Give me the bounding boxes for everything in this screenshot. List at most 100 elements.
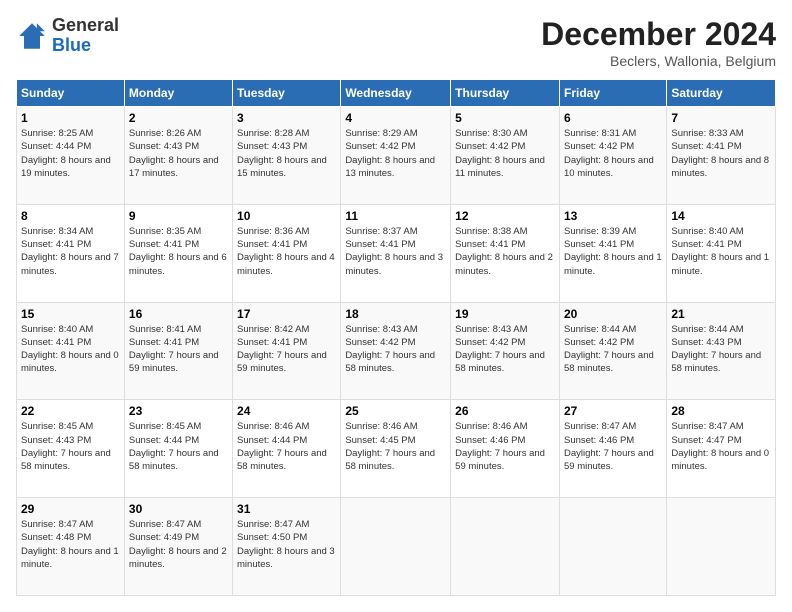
day-detail: Sunrise: 8:47 AMSunset: 4:48 PMDaylight:… [21,519,119,570]
day-cell: 23 Sunrise: 8:45 AMSunset: 4:44 PMDaylig… [124,400,232,498]
day-cell: 2 Sunrise: 8:26 AMSunset: 4:43 PMDayligh… [124,107,232,205]
day-cell: 1 Sunrise: 8:25 AMSunset: 4:44 PMDayligh… [17,107,125,205]
day-number: 18 [345,307,446,321]
day-cell: 12 Sunrise: 8:38 AMSunset: 4:41 PMDaylig… [451,204,560,302]
day-detail: Sunrise: 8:29 AMSunset: 4:42 PMDaylight:… [345,128,435,179]
day-number: 1 [21,111,120,125]
day-detail: Sunrise: 8:26 AMSunset: 4:43 PMDaylight:… [129,128,219,179]
day-number: 22 [21,404,120,418]
day-number: 6 [564,111,662,125]
day-cell: 9 Sunrise: 8:35 AMSunset: 4:41 PMDayligh… [124,204,232,302]
day-number: 27 [564,404,662,418]
day-cell: 4 Sunrise: 8:29 AMSunset: 4:42 PMDayligh… [341,107,451,205]
day-number: 10 [237,209,336,223]
logo: General Blue [16,16,119,56]
day-cell: 28 Sunrise: 8:47 AMSunset: 4:47 PMDaylig… [667,400,776,498]
day-detail: Sunrise: 8:43 AMSunset: 4:42 PMDaylight:… [455,324,545,375]
day-cell: 26 Sunrise: 8:46 AMSunset: 4:46 PMDaylig… [451,400,560,498]
day-detail: Sunrise: 8:38 AMSunset: 4:41 PMDaylight:… [455,226,553,277]
day-cell: 30 Sunrise: 8:47 AMSunset: 4:49 PMDaylig… [124,498,232,596]
day-number: 12 [455,209,555,223]
day-number: 19 [455,307,555,321]
logo-general-text: General [52,15,119,35]
day-detail: Sunrise: 8:45 AMSunset: 4:44 PMDaylight:… [129,421,219,472]
day-detail: Sunrise: 8:39 AMSunset: 4:41 PMDaylight:… [564,226,662,277]
col-header-thursday: Thursday [451,80,560,107]
day-number: 9 [129,209,228,223]
day-cell [667,498,776,596]
logo-blue-text: Blue [52,35,91,55]
week-row-2: 8 Sunrise: 8:34 AMSunset: 4:41 PMDayligh… [17,204,776,302]
week-row-4: 22 Sunrise: 8:45 AMSunset: 4:43 PMDaylig… [17,400,776,498]
day-cell: 29 Sunrise: 8:47 AMSunset: 4:48 PMDaylig… [17,498,125,596]
day-detail: Sunrise: 8:46 AMSunset: 4:46 PMDaylight:… [455,421,545,472]
day-number: 28 [671,404,771,418]
day-cell: 19 Sunrise: 8:43 AMSunset: 4:42 PMDaylig… [451,302,560,400]
day-cell: 31 Sunrise: 8:47 AMSunset: 4:50 PMDaylig… [233,498,341,596]
day-number: 5 [455,111,555,125]
day-detail: Sunrise: 8:44 AMSunset: 4:43 PMDaylight:… [671,324,761,375]
day-cell: 10 Sunrise: 8:36 AMSunset: 4:41 PMDaylig… [233,204,341,302]
header: General Blue December 2024 Beclers, Wall… [16,16,776,69]
day-cell: 24 Sunrise: 8:46 AMSunset: 4:44 PMDaylig… [233,400,341,498]
day-cell: 22 Sunrise: 8:45 AMSunset: 4:43 PMDaylig… [17,400,125,498]
day-cell [451,498,560,596]
day-number: 26 [455,404,555,418]
day-number: 8 [21,209,120,223]
day-number: 4 [345,111,446,125]
day-cell: 25 Sunrise: 8:46 AMSunset: 4:45 PMDaylig… [341,400,451,498]
title-block: December 2024 Beclers, Wallonia, Belgium [541,16,776,69]
day-number: 21 [671,307,771,321]
day-number: 30 [129,502,228,516]
day-cell: 14 Sunrise: 8:40 AMSunset: 4:41 PMDaylig… [667,204,776,302]
week-row-5: 29 Sunrise: 8:47 AMSunset: 4:48 PMDaylig… [17,498,776,596]
day-cell: 18 Sunrise: 8:43 AMSunset: 4:42 PMDaylig… [341,302,451,400]
calendar-title: December 2024 [541,16,776,53]
day-detail: Sunrise: 8:45 AMSunset: 4:43 PMDaylight:… [21,421,111,472]
day-cell: 27 Sunrise: 8:47 AMSunset: 4:46 PMDaylig… [559,400,666,498]
day-number: 25 [345,404,446,418]
day-detail: Sunrise: 8:47 AMSunset: 4:49 PMDaylight:… [129,519,227,570]
day-detail: Sunrise: 8:33 AMSunset: 4:41 PMDaylight:… [671,128,769,179]
day-number: 14 [671,209,771,223]
day-cell: 8 Sunrise: 8:34 AMSunset: 4:41 PMDayligh… [17,204,125,302]
logo-text: General Blue [52,16,119,56]
day-number: 31 [237,502,336,516]
day-cell: 6 Sunrise: 8:31 AMSunset: 4:42 PMDayligh… [559,107,666,205]
day-detail: Sunrise: 8:41 AMSunset: 4:41 PMDaylight:… [129,324,219,375]
day-number: 20 [564,307,662,321]
day-cell: 21 Sunrise: 8:44 AMSunset: 4:43 PMDaylig… [667,302,776,400]
day-number: 13 [564,209,662,223]
day-cell: 17 Sunrise: 8:42 AMSunset: 4:41 PMDaylig… [233,302,341,400]
header-row: SundayMondayTuesdayWednesdayThursdayFrid… [17,80,776,107]
day-detail: Sunrise: 8:35 AMSunset: 4:41 PMDaylight:… [129,226,227,277]
day-number: 17 [237,307,336,321]
page: General Blue December 2024 Beclers, Wall… [0,0,792,612]
week-row-3: 15 Sunrise: 8:40 AMSunset: 4:41 PMDaylig… [17,302,776,400]
day-number: 11 [345,209,446,223]
day-detail: Sunrise: 8:37 AMSunset: 4:41 PMDaylight:… [345,226,443,277]
week-row-1: 1 Sunrise: 8:25 AMSunset: 4:44 PMDayligh… [17,107,776,205]
day-cell: 5 Sunrise: 8:30 AMSunset: 4:42 PMDayligh… [451,107,560,205]
day-detail: Sunrise: 8:28 AMSunset: 4:43 PMDaylight:… [237,128,327,179]
logo-icon [16,20,48,52]
day-detail: Sunrise: 8:47 AMSunset: 4:47 PMDaylight:… [671,421,769,472]
day-detail: Sunrise: 8:44 AMSunset: 4:42 PMDaylight:… [564,324,654,375]
col-header-monday: Monday [124,80,232,107]
day-cell: 3 Sunrise: 8:28 AMSunset: 4:43 PMDayligh… [233,107,341,205]
day-cell [559,498,666,596]
day-number: 15 [21,307,120,321]
day-detail: Sunrise: 8:40 AMSunset: 4:41 PMDaylight:… [21,324,119,375]
day-detail: Sunrise: 8:46 AMSunset: 4:44 PMDaylight:… [237,421,327,472]
day-number: 7 [671,111,771,125]
day-detail: Sunrise: 8:43 AMSunset: 4:42 PMDaylight:… [345,324,435,375]
day-cell: 16 Sunrise: 8:41 AMSunset: 4:41 PMDaylig… [124,302,232,400]
day-detail: Sunrise: 8:34 AMSunset: 4:41 PMDaylight:… [21,226,119,277]
day-detail: Sunrise: 8:42 AMSunset: 4:41 PMDaylight:… [237,324,327,375]
col-header-tuesday: Tuesday [233,80,341,107]
day-detail: Sunrise: 8:31 AMSunset: 4:42 PMDaylight:… [564,128,654,179]
col-header-saturday: Saturday [667,80,776,107]
day-detail: Sunrise: 8:46 AMSunset: 4:45 PMDaylight:… [345,421,435,472]
col-header-sunday: Sunday [17,80,125,107]
day-number: 29 [21,502,120,516]
